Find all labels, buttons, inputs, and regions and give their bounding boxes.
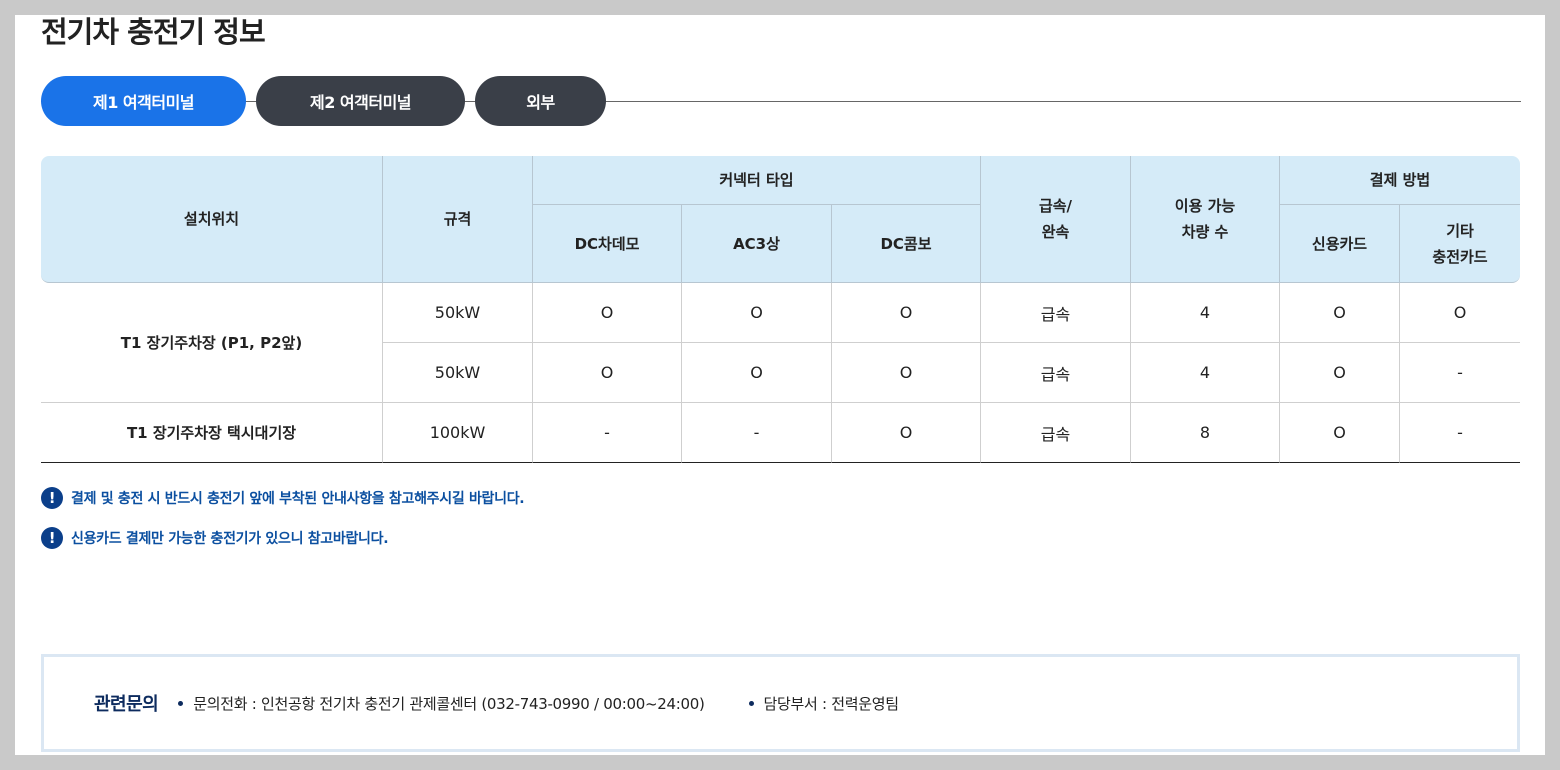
contact-department: 담당부서 : 전력운영팀 — [748, 693, 900, 714]
charger-table: 설치위치 규격 커넥터 타입 급속/ 완속 이용 가능 차량 수 결제 방법 D… — [41, 156, 1520, 463]
credit-card-cell: O — [1280, 403, 1400, 463]
header-other-card: 기타 충전카드 — [1400, 205, 1520, 283]
contact-phone: 문의전화 : 인천공항 전기차 충전기 관제콜센터 (032-743-0990 … — [178, 693, 705, 714]
page-title: 전기차 충전기 정보 — [41, 15, 266, 49]
header-dc-combo: DC콤보 — [832, 205, 981, 283]
header-location: 설치위치 — [41, 156, 383, 283]
spec-cell: 50kW — [383, 343, 533, 403]
header-speed-line2: 완속 — [1041, 223, 1070, 241]
speed-cell: 급속 — [981, 343, 1131, 403]
ac3-cell: O — [682, 283, 832, 343]
header-dc-chademo: DC차데모 — [533, 205, 682, 283]
capacity-cell: 4 — [1131, 283, 1280, 343]
ac3-cell: O — [682, 343, 832, 403]
header-capacity-line2: 차량 수 — [1181, 223, 1229, 241]
header-credit-card: 신용카드 — [1280, 205, 1400, 283]
notice-item: ! 신용카드 결제만 가능한 충전기가 있으니 참고바랍니다. — [41, 527, 389, 549]
dc-chademo-cell: - — [533, 403, 682, 463]
location-cell: T1 장기주차장 (P1, P2앞) — [41, 283, 383, 403]
contact-box: 관련문의 문의전화 : 인천공항 전기차 충전기 관제콜센터 (032-743-… — [41, 654, 1520, 752]
tab-terminal-1[interactable]: 제1 여객터미널 — [41, 76, 246, 126]
credit-card-cell: O — [1280, 283, 1400, 343]
contact-phone-text: 문의전화 : 인천공항 전기차 충전기 관제콜센터 (032-743-0990 … — [193, 694, 705, 713]
spec-cell: 50kW — [383, 283, 533, 343]
notice-text: 결제 및 충전 시 반드시 충전기 앞에 부착된 안내사항을 참고해주시길 바랍… — [71, 491, 525, 507]
tab-terminal-2[interactable]: 제2 여객터미널 — [256, 76, 465, 126]
dc-combo-cell: O — [832, 343, 981, 403]
table-row: T1 장기주차장 (P1, P2앞) 50kW O O O 급속 4 O O — [41, 283, 1520, 403]
notice-item: ! 결제 및 충전 시 반드시 충전기 앞에 부착된 안내사항을 참고해주시길 … — [41, 487, 525, 509]
header-spec: 규격 — [383, 156, 533, 283]
exclamation-icon: ! — [41, 487, 63, 509]
header-other-card-line2: 충전카드 — [1432, 247, 1488, 266]
speed-cell: 급속 — [981, 283, 1131, 343]
header-other-card-line1: 기타 — [1446, 221, 1474, 240]
capacity-cell: 4 — [1131, 343, 1280, 403]
spec-cell: 100kW — [383, 403, 533, 463]
other-card-cell: O — [1400, 283, 1520, 343]
header-connector-type: 커넥터 타입 — [533, 156, 981, 205]
exclamation-icon: ! — [41, 527, 63, 549]
location-cell: T1 장기주차장 택시대기장 — [41, 403, 383, 463]
contact-department-text: 담당부서 : 전력운영팀 — [763, 694, 900, 713]
contact-title: 관련문의 — [94, 694, 159, 715]
header-speed-line1: 급속/ — [1038, 197, 1073, 215]
page-container: 전기차 충전기 정보 제1 여객터미널 제2 여객터미널 외부 설치위치 규격 … — [15, 15, 1545, 755]
terminal-tabs: 제1 여객터미널 제2 여객터미널 외부 — [41, 76, 1521, 126]
dc-combo-cell: O — [832, 283, 981, 343]
header-capacity: 이용 가능 차량 수 — [1131, 156, 1280, 283]
other-card-cell: - — [1400, 343, 1520, 403]
other-card-cell: - — [1400, 403, 1520, 463]
ac3-cell: - — [682, 403, 832, 463]
speed-cell: 급속 — [981, 403, 1131, 463]
table-row: T1 장기주차장 택시대기장 100kW - - O 급속 8 O - — [41, 403, 1520, 463]
bullet-icon — [748, 700, 754, 706]
dc-chademo-cell: O — [533, 283, 682, 343]
dc-combo-cell: O — [832, 403, 981, 463]
credit-card-cell: O — [1280, 343, 1400, 403]
dc-chademo-cell: O — [533, 343, 682, 403]
header-payment-method: 결제 방법 — [1280, 156, 1520, 205]
bullet-icon — [178, 700, 184, 706]
notice-text: 신용카드 결제만 가능한 충전기가 있으니 참고바랍니다. — [71, 531, 389, 547]
header-speed: 급속/ 완속 — [981, 156, 1131, 283]
tab-external[interactable]: 외부 — [475, 76, 606, 126]
header-ac3: AC3상 — [682, 205, 832, 283]
header-capacity-line1: 이용 가능 — [1174, 197, 1236, 215]
capacity-cell: 8 — [1131, 403, 1280, 463]
